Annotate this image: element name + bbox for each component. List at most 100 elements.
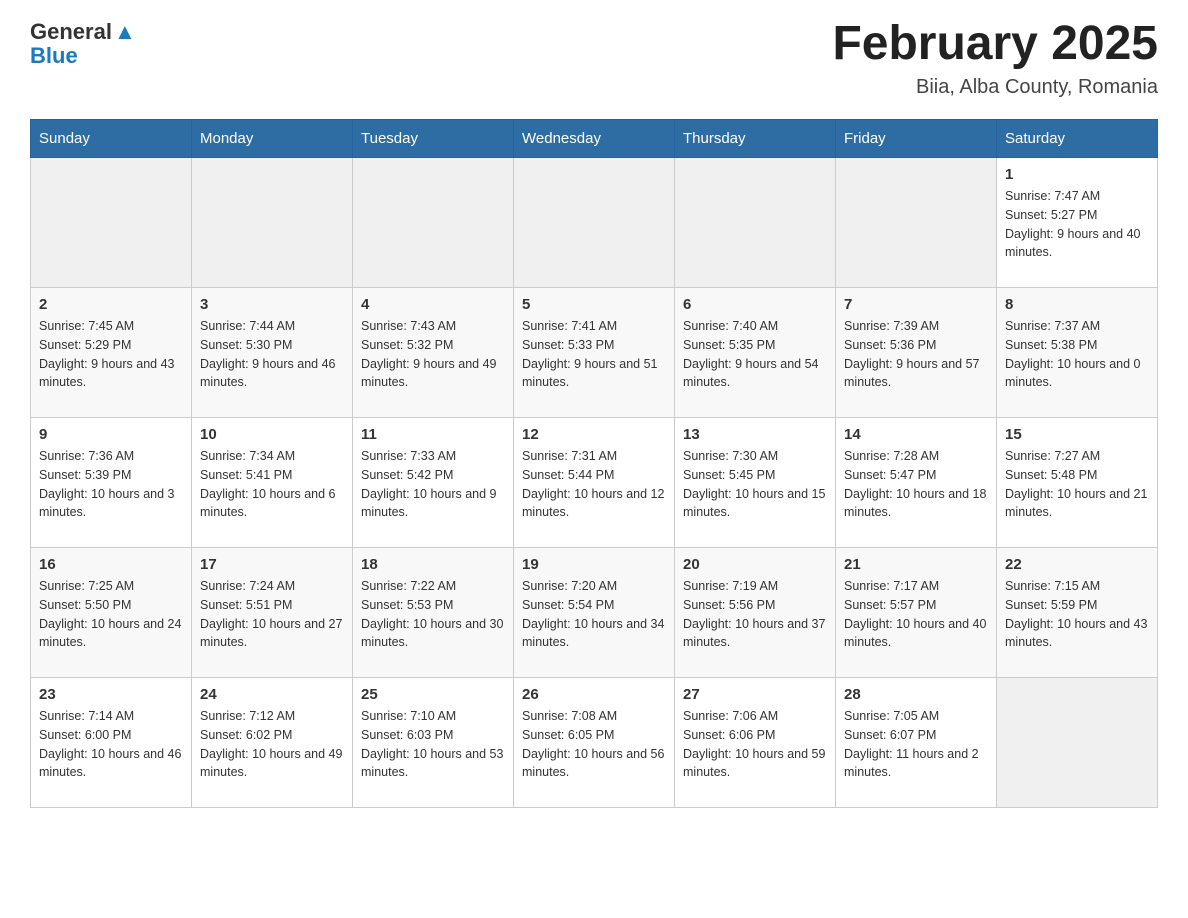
day-number: 22 xyxy=(1005,556,1149,573)
calendar-cell: 2 Sunrise: 7:45 AMSunset: 5:29 PMDaylight… xyxy=(31,288,192,418)
calendar-cell: 18 Sunrise: 7:22 AMSunset: 5:53 PMDayligh… xyxy=(353,548,514,678)
logo-blue: Blue xyxy=(30,44,78,68)
location: Biia, Alba County, Romania xyxy=(832,76,1158,99)
weekday-header-wednesday: Wednesday xyxy=(514,120,675,158)
day-info: Sunrise: 7:25 AMSunset: 5:50 PMDaylight:… xyxy=(39,577,183,652)
day-number: 14 xyxy=(844,426,988,443)
day-number: 26 xyxy=(522,686,666,703)
calendar-cell: 1 Sunrise: 7:47 AMSunset: 5:27 PMDaylight… xyxy=(997,158,1158,288)
day-number: 27 xyxy=(683,686,827,703)
calendar-week-row: 2 Sunrise: 7:45 AMSunset: 5:29 PMDaylight… xyxy=(31,288,1158,418)
day-number: 17 xyxy=(200,556,344,573)
weekday-header-thursday: Thursday xyxy=(675,120,836,158)
calendar-cell: 11 Sunrise: 7:33 AMSunset: 5:42 PMDayligh… xyxy=(353,418,514,548)
calendar-cell xyxy=(836,158,997,288)
calendar-cell: 4 Sunrise: 7:43 AMSunset: 5:32 PMDaylight… xyxy=(353,288,514,418)
weekday-header-row: SundayMondayTuesdayWednesdayThursdayFrid… xyxy=(31,120,1158,158)
day-info: Sunrise: 7:05 AMSunset: 6:07 PMDaylight:… xyxy=(844,707,988,782)
day-number: 4 xyxy=(361,296,505,313)
day-number: 28 xyxy=(844,686,988,703)
day-number: 16 xyxy=(39,556,183,573)
day-info: Sunrise: 7:39 AMSunset: 5:36 PMDaylight:… xyxy=(844,317,988,392)
day-number: 1 xyxy=(1005,166,1149,183)
calendar-cell: 13 Sunrise: 7:30 AMSunset: 5:45 PMDayligh… xyxy=(675,418,836,548)
day-number: 20 xyxy=(683,556,827,573)
day-number: 25 xyxy=(361,686,505,703)
calendar-cell xyxy=(514,158,675,288)
calendar-cell: 14 Sunrise: 7:28 AMSunset: 5:47 PMDayligh… xyxy=(836,418,997,548)
calendar-cell: 19 Sunrise: 7:20 AMSunset: 5:54 PMDayligh… xyxy=(514,548,675,678)
calendar-cell: 21 Sunrise: 7:17 AMSunset: 5:57 PMDayligh… xyxy=(836,548,997,678)
calendar-cell: 27 Sunrise: 7:06 AMSunset: 6:06 PMDayligh… xyxy=(675,678,836,808)
day-info: Sunrise: 7:34 AMSunset: 5:41 PMDaylight:… xyxy=(200,447,344,522)
calendar-cell xyxy=(997,678,1158,808)
day-number: 21 xyxy=(844,556,988,573)
day-info: Sunrise: 7:22 AMSunset: 5:53 PMDaylight:… xyxy=(361,577,505,652)
day-info: Sunrise: 7:24 AMSunset: 5:51 PMDaylight:… xyxy=(200,577,344,652)
day-number: 13 xyxy=(683,426,827,443)
day-number: 19 xyxy=(522,556,666,573)
day-info: Sunrise: 7:12 AMSunset: 6:02 PMDaylight:… xyxy=(200,707,344,782)
day-info: Sunrise: 7:41 AMSunset: 5:33 PMDaylight:… xyxy=(522,317,666,392)
day-info: Sunrise: 7:45 AMSunset: 5:29 PMDaylight:… xyxy=(39,317,183,392)
calendar-cell xyxy=(31,158,192,288)
calendar-cell: 24 Sunrise: 7:12 AMSunset: 6:02 PMDayligh… xyxy=(192,678,353,808)
day-number: 7 xyxy=(844,296,988,313)
day-number: 11 xyxy=(361,426,505,443)
calendar-cell: 25 Sunrise: 7:10 AMSunset: 6:03 PMDayligh… xyxy=(353,678,514,808)
calendar-cell xyxy=(192,158,353,288)
calendar-cell: 6Sunrise: 7:40 AMSunset: 5:35 PMDaylight… xyxy=(675,288,836,418)
day-number: 8 xyxy=(1005,296,1149,313)
day-info: Sunrise: 7:44 AMSunset: 5:30 PMDaylight:… xyxy=(200,317,344,392)
calendar-cell: 8 Sunrise: 7:37 AMSunset: 5:38 PMDaylight… xyxy=(997,288,1158,418)
day-info: Sunrise: 7:20 AMSunset: 5:54 PMDaylight:… xyxy=(522,577,666,652)
day-info: Sunrise: 7:36 AMSunset: 5:39 PMDaylight:… xyxy=(39,447,183,522)
day-info: Sunrise: 7:06 AMSunset: 6:06 PMDaylight:… xyxy=(683,707,827,782)
calendar-cell: 15 Sunrise: 7:27 AMSunset: 5:48 PMDayligh… xyxy=(997,418,1158,548)
calendar-week-row: 1 Sunrise: 7:47 AMSunset: 5:27 PMDaylight… xyxy=(31,158,1158,288)
calendar-week-row: 16 Sunrise: 7:25 AMSunset: 5:50 PMDayligh… xyxy=(31,548,1158,678)
day-number: 23 xyxy=(39,686,183,703)
day-info: Sunrise: 7:19 AMSunset: 5:56 PMDaylight:… xyxy=(683,577,827,652)
day-info: Sunrise: 7:40 AMSunset: 5:35 PMDaylight:… xyxy=(683,317,827,392)
day-info: Sunrise: 7:17 AMSunset: 5:57 PMDaylight:… xyxy=(844,577,988,652)
day-number: 18 xyxy=(361,556,505,573)
day-info: Sunrise: 7:27 AMSunset: 5:48 PMDaylight:… xyxy=(1005,447,1149,522)
logo: General ▲ Blue xyxy=(30,20,136,68)
weekday-header-sunday: Sunday xyxy=(31,120,192,158)
day-info: Sunrise: 7:28 AMSunset: 5:47 PMDaylight:… xyxy=(844,447,988,522)
logo-general: General xyxy=(30,20,112,44)
weekday-header-friday: Friday xyxy=(836,120,997,158)
day-info: Sunrise: 7:31 AMSunset: 5:44 PMDaylight:… xyxy=(522,447,666,522)
calendar-cell: 12Sunrise: 7:31 AMSunset: 5:44 PMDayligh… xyxy=(514,418,675,548)
day-info: Sunrise: 7:47 AMSunset: 5:27 PMDaylight:… xyxy=(1005,187,1149,262)
day-info: Sunrise: 7:37 AMSunset: 5:38 PMDaylight:… xyxy=(1005,317,1149,392)
day-number: 5 xyxy=(522,296,666,313)
logo-arrow: ▲ xyxy=(114,20,136,44)
calendar-cell: 26 Sunrise: 7:08 AMSunset: 6:05 PMDayligh… xyxy=(514,678,675,808)
day-info: Sunrise: 7:14 AMSunset: 6:00 PMDaylight:… xyxy=(39,707,183,782)
calendar-cell: 10 Sunrise: 7:34 AMSunset: 5:41 PMDayligh… xyxy=(192,418,353,548)
day-info: Sunrise: 7:10 AMSunset: 6:03 PMDaylight:… xyxy=(361,707,505,782)
weekday-header-saturday: Saturday xyxy=(997,120,1158,158)
title-section: February 2025 Biia, Alba County, Romania xyxy=(832,20,1158,99)
calendar-cell: 5 Sunrise: 7:41 AMSunset: 5:33 PMDaylight… xyxy=(514,288,675,418)
day-info: Sunrise: 7:08 AMSunset: 6:05 PMDaylight:… xyxy=(522,707,666,782)
calendar-cell: 9 Sunrise: 7:36 AMSunset: 5:39 PMDaylight… xyxy=(31,418,192,548)
weekday-header-monday: Monday xyxy=(192,120,353,158)
day-number: 2 xyxy=(39,296,183,313)
day-info: Sunrise: 7:33 AMSunset: 5:42 PMDaylight:… xyxy=(361,447,505,522)
day-number: 15 xyxy=(1005,426,1149,443)
calendar-cell xyxy=(353,158,514,288)
day-number: 9 xyxy=(39,426,183,443)
calendar-cell: 17 Sunrise: 7:24 AMSunset: 5:51 PMDayligh… xyxy=(192,548,353,678)
day-number: 10 xyxy=(200,426,344,443)
calendar-week-row: 9 Sunrise: 7:36 AMSunset: 5:39 PMDaylight… xyxy=(31,418,1158,548)
day-info: Sunrise: 7:30 AMSunset: 5:45 PMDaylight:… xyxy=(683,447,827,522)
weekday-header-tuesday: Tuesday xyxy=(353,120,514,158)
day-number: 24 xyxy=(200,686,344,703)
calendar-cell: 16 Sunrise: 7:25 AMSunset: 5:50 PMDayligh… xyxy=(31,548,192,678)
day-info: Sunrise: 7:43 AMSunset: 5:32 PMDaylight:… xyxy=(361,317,505,392)
page-header: General ▲ Blue February 2025 Biia, Alba … xyxy=(30,20,1158,99)
month-title: February 2025 xyxy=(832,20,1158,68)
